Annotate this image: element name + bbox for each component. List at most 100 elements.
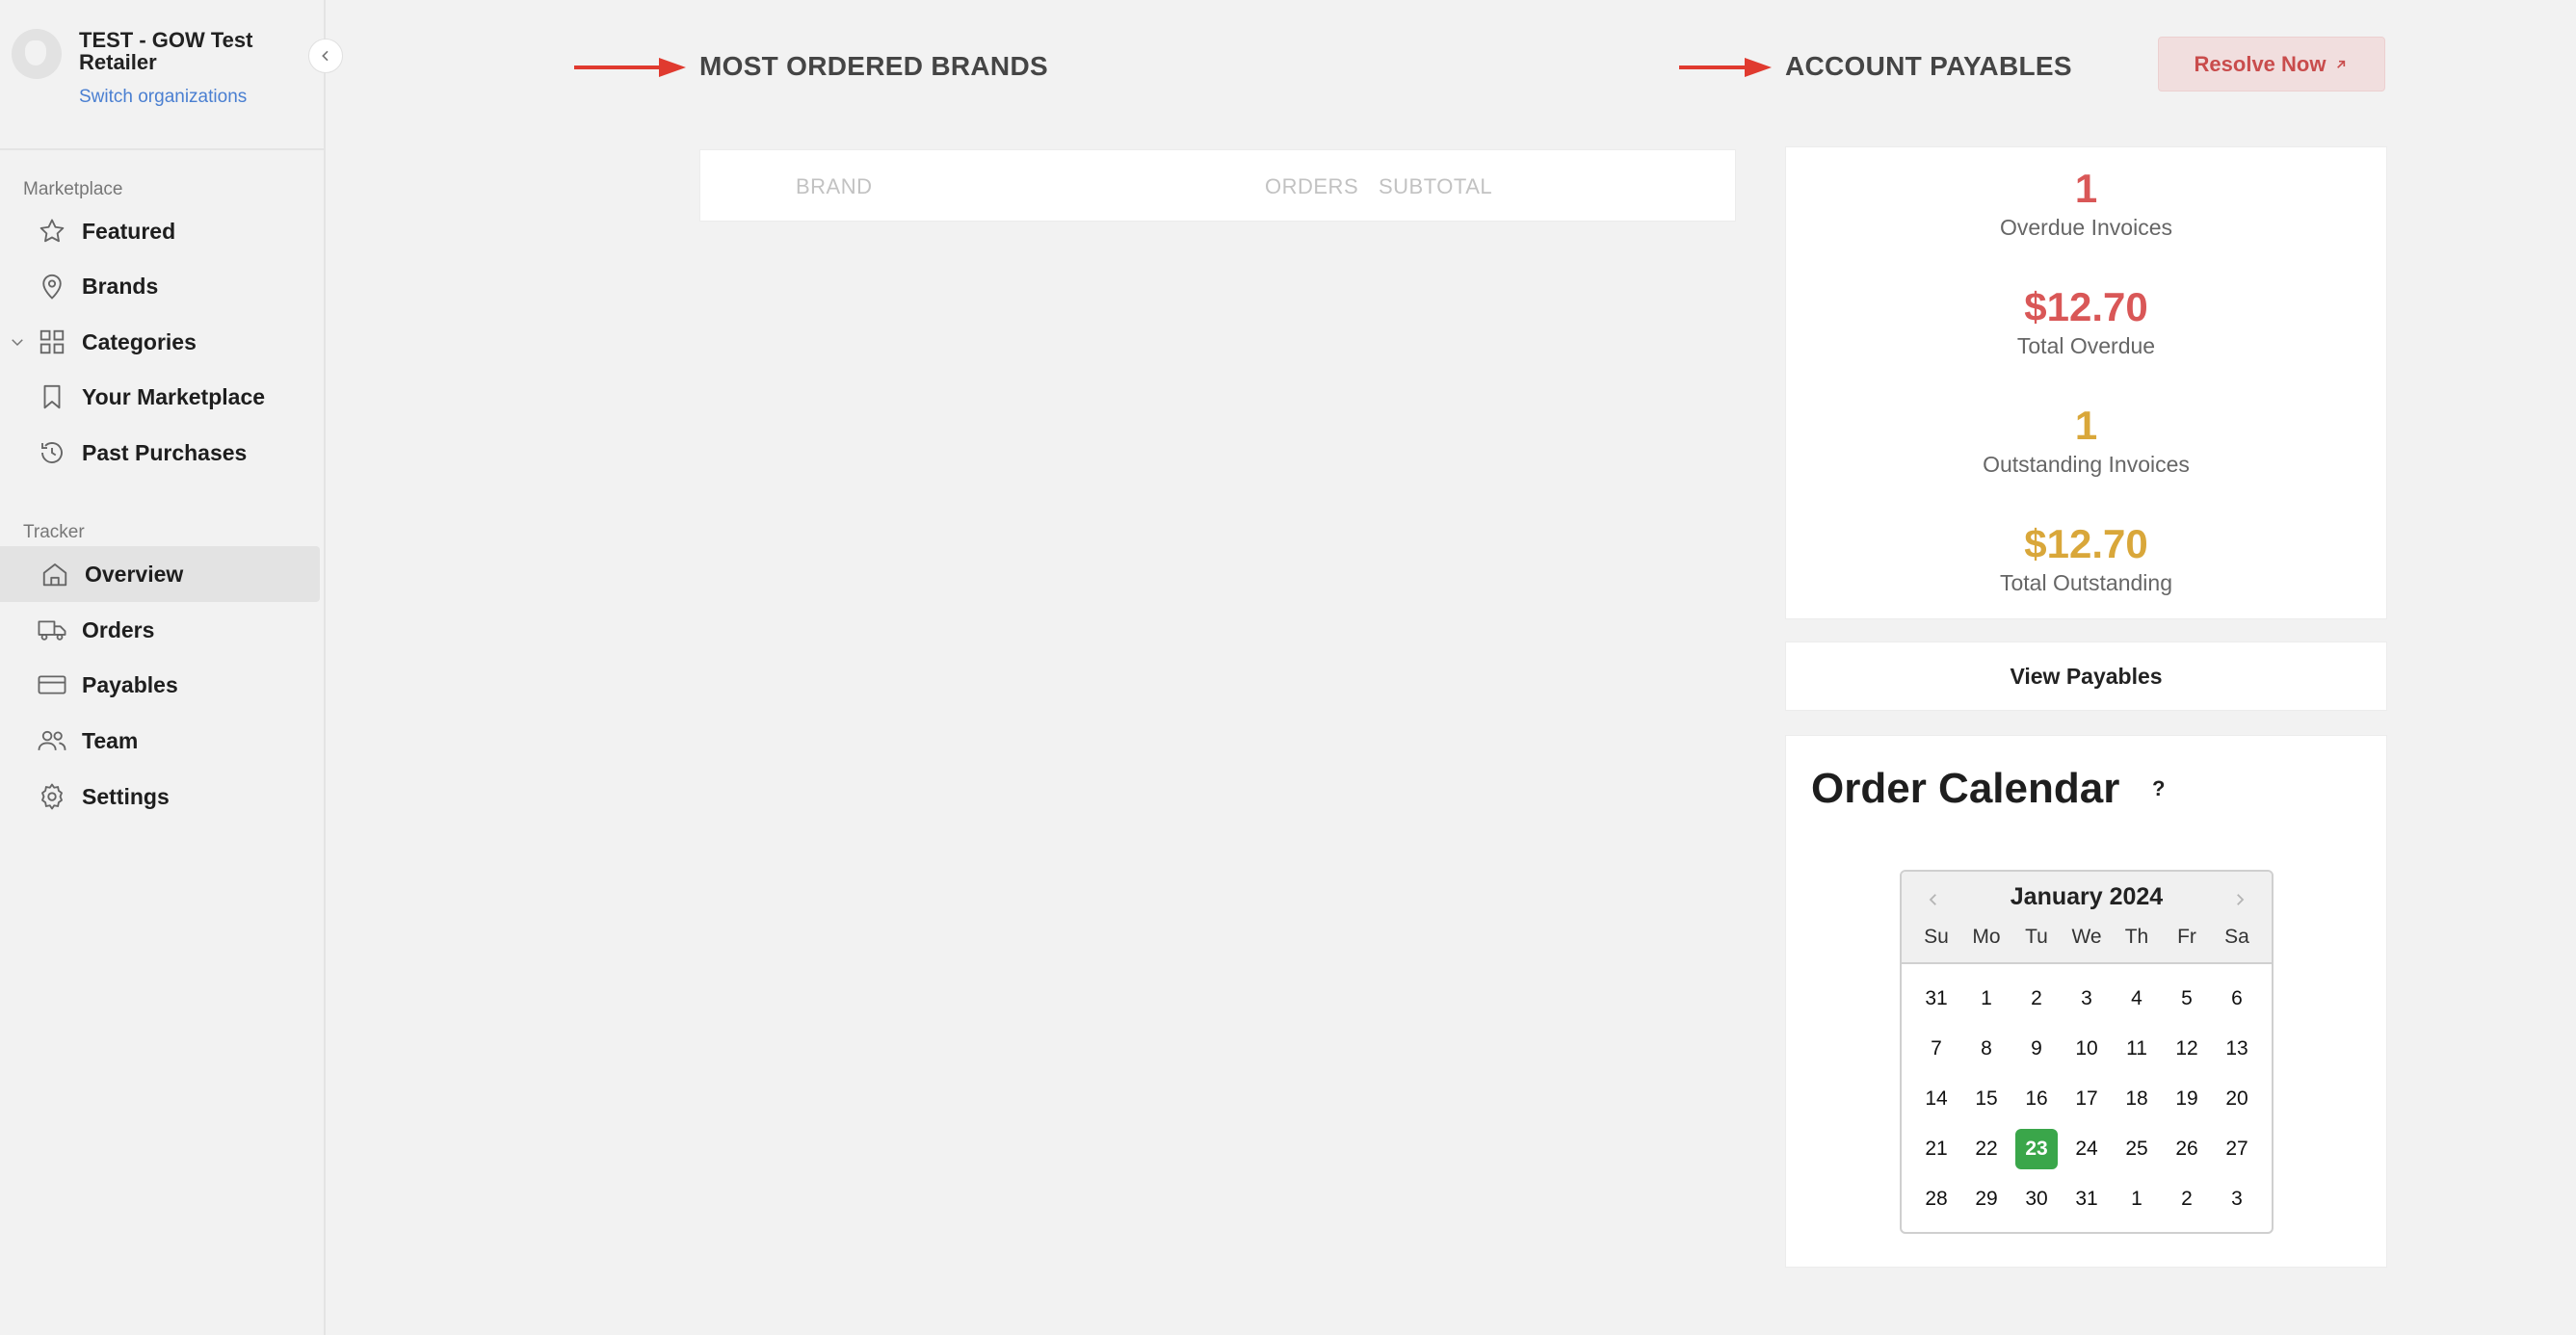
org-switcher: TEST - GOW Test Retailer Switch organiza… (10, 27, 318, 114)
calendar-day[interactable]: 31 (1911, 979, 1961, 1019)
sidebar-item-label: Payables (82, 671, 178, 697)
bookmark-icon (37, 381, 67, 412)
calendar-day[interactable]: 2 (2162, 1179, 2212, 1219)
sidebar-item-payables[interactable]: Payables (0, 657, 320, 713)
calendar-day[interactable]: 19 (2162, 1079, 2212, 1119)
calendar-day[interactable]: 12 (2162, 1029, 2212, 1069)
sidebar-item-settings[interactable]: Settings (0, 769, 320, 825)
switch-organizations-link[interactable]: Switch organizations (79, 87, 247, 108)
calendar-day[interactable]: 25 (2112, 1129, 2162, 1169)
column-header-brand[interactable]: BRAND (796, 174, 873, 199)
gear-icon (37, 781, 67, 812)
calendar-day[interactable]: 8 (1961, 1029, 2011, 1069)
column-header-subtotal[interactable]: SUBTOTAL (1379, 174, 1492, 199)
calendar-day[interactable]: 28 (1911, 1179, 1961, 1219)
calendar-day[interactable]: 14 (1911, 1079, 1961, 1119)
calendar-month-label: January 2024 (2010, 883, 2164, 910)
red-arrow-icon (1679, 58, 1772, 77)
calendar-week-row: 14 15 16 17 18 19 20 (1911, 1074, 2262, 1124)
metric-label: Outstanding Invoices (1983, 452, 2190, 477)
chevron-right-icon (2237, 894, 2245, 905)
outstanding-invoices-metric: 1 Outstanding Invoices (1786, 404, 2386, 478)
overdue-invoices-metric: 1 Overdue Invoices (1786, 167, 2386, 241)
org-name: TEST - GOW Test Retailer (79, 28, 253, 74)
calendar-week-row: 31 1 2 3 4 5 6 (1911, 974, 2262, 1024)
calendar-day[interactable]: 2 (2011, 979, 2062, 1019)
resolve-now-label: Resolve Now (2194, 51, 2326, 76)
sidebar: TEST - GOW Test Retailer Switch organiza… (0, 0, 326, 1335)
weekday-label: Su (1924, 926, 1949, 948)
calendar-day[interactable]: 16 (2011, 1079, 2062, 1119)
calendar-day[interactable]: 24 (2062, 1129, 2112, 1169)
metric-value: $12.70 (2024, 521, 2148, 566)
chevron-down-icon[interactable] (8, 332, 27, 352)
sidebar-item-label: Featured (82, 218, 176, 244)
sidebar-item-label: Team (82, 727, 139, 753)
total-overdue-metric: $12.70 Total Overdue (1786, 285, 2386, 359)
sidebar-item-past-purchases[interactable]: Past Purchases (0, 425, 320, 481)
calendar-day[interactable]: 5 (2162, 979, 2212, 1019)
calendar-day[interactable]: 7 (1911, 1029, 1961, 1069)
metric-label: Total Overdue (2016, 333, 2156, 358)
calendar-day[interactable]: 22 (1961, 1129, 2011, 1169)
red-arrow-icon (574, 58, 686, 77)
external-link-icon (2337, 60, 2346, 68)
collapse-sidebar-button[interactable] (308, 39, 343, 73)
calendar-day[interactable]: 26 (2162, 1129, 2212, 1169)
sidebar-item-orders[interactable]: Orders (0, 602, 320, 658)
calendar-day[interactable]: 15 (1961, 1079, 2011, 1119)
help-icon[interactable]: ? (2152, 776, 2165, 801)
calendar-day[interactable]: 11 (2112, 1029, 2162, 1069)
home-icon (39, 559, 70, 589)
calendar-day[interactable]: 3 (2062, 979, 2112, 1019)
history-icon (37, 437, 67, 468)
sidebar-divider (0, 148, 326, 150)
column-header-orders[interactable]: ORDERS (1265, 174, 1358, 199)
sidebar-item-label: Orders (82, 616, 155, 642)
most-ordered-brands-title: MOST ORDERED BRANDS (699, 51, 1048, 81)
calendar-header: January 2024 Su Mo Tu We Th Fr Sa (1902, 872, 2272, 964)
calendar-day[interactable]: 21 (1911, 1129, 1961, 1169)
sidebar-item-label: Past Purchases (82, 439, 248, 465)
calendar-day[interactable]: 1 (2112, 1179, 2162, 1219)
calendar-day[interactable]: 1 (1961, 979, 2011, 1019)
calendar-day[interactable]: 4 (2112, 979, 2162, 1019)
sidebar-item-featured[interactable]: Featured (0, 203, 320, 259)
weekday-label: Sa (2224, 926, 2249, 948)
sidebar-item-label: Brands (82, 273, 159, 299)
metric-label: Total Outstanding (1999, 570, 2172, 595)
marketplace-section-label: Marketplace (23, 179, 123, 199)
calendar-day[interactable]: 30 (2011, 1179, 2062, 1219)
view-payables-button[interactable]: View Payables (1785, 641, 2387, 711)
calendar-day[interactable]: 10 (2062, 1029, 2112, 1069)
calendar-day[interactable]: 13 (2212, 1029, 2262, 1069)
calendar-day[interactable]: 3 (2212, 1179, 2262, 1219)
total-outstanding-metric: $12.70 Total Outstanding (1786, 522, 2386, 596)
resolve-now-button[interactable]: Resolve Now (2158, 37, 2385, 92)
calendar-week-row: 7 8 9 10 11 12 13 (1911, 1024, 2262, 1074)
calendar-day[interactable]: 17 (2062, 1079, 2112, 1119)
calendar-day[interactable]: 27 (2212, 1129, 2262, 1169)
sidebar-item-brands[interactable]: Brands (0, 258, 320, 314)
sidebar-item-your-marketplace[interactable]: Your Marketplace (0, 369, 320, 425)
calendar-day[interactable]: 31 (2062, 1179, 2112, 1219)
calendar-widget: January 2024 Su Mo Tu We Th Fr Sa 31 1 2… (1900, 870, 2274, 1234)
users-icon (37, 725, 67, 756)
metric-label: Overdue Invoices (2000, 215, 2172, 240)
map-pin-icon (37, 271, 67, 301)
truck-icon (37, 615, 67, 645)
weekday-label: Fr (2177, 926, 2196, 948)
next-month-button[interactable] (2225, 885, 2254, 914)
calendar-day[interactable]: 29 (1961, 1179, 2011, 1219)
sidebar-item-overview[interactable]: Overview (0, 546, 320, 602)
weekday-label: Mo (1972, 926, 2001, 948)
calendar-day-selected[interactable]: 23 (2015, 1129, 2058, 1169)
sidebar-item-label: Overview (85, 561, 184, 587)
org-avatar (12, 29, 62, 79)
calendar-day[interactable]: 20 (2212, 1079, 2262, 1119)
calendar-day[interactable]: 18 (2112, 1079, 2162, 1119)
calendar-day[interactable]: 9 (2011, 1029, 2062, 1069)
sidebar-item-categories[interactable]: Categories (0, 314, 320, 370)
calendar-day[interactable]: 6 (2212, 979, 2262, 1019)
sidebar-item-team[interactable]: Team (0, 713, 320, 769)
